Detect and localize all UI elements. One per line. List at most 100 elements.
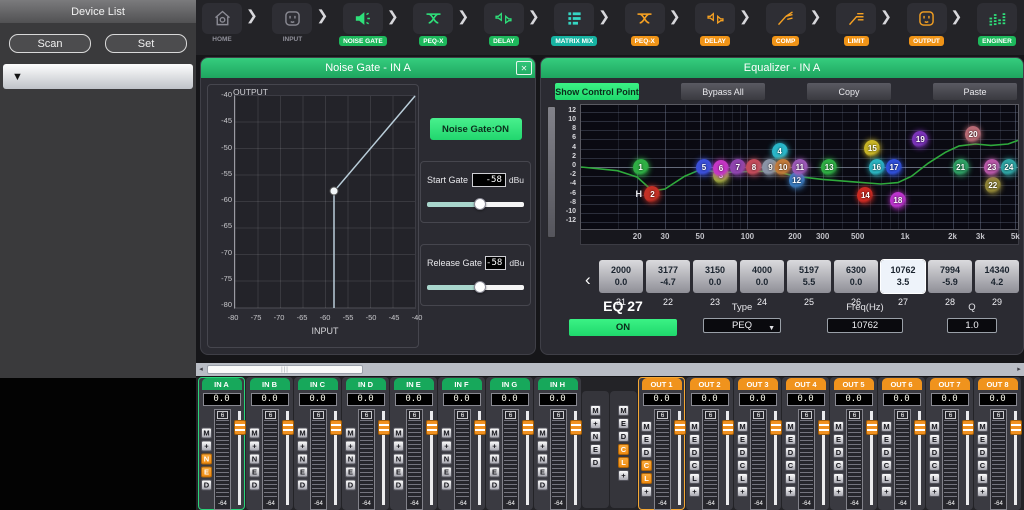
channel-button[interactable]: D — [833, 447, 844, 458]
fader[interactable] — [722, 411, 734, 509]
channel-button[interactable]: L — [785, 473, 796, 484]
channel-button[interactable]: N — [489, 454, 500, 465]
noise-gate-on-button[interactable]: Noise Gate:ON — [430, 118, 522, 140]
channel-button[interactable]: N — [201, 454, 212, 465]
start-gate-slider[interactable] — [427, 202, 524, 207]
toolbar-item[interactable]: OUTPUT — [904, 3, 950, 46]
eq-control-point[interactable]: 24 — [1001, 159, 1017, 176]
channel-button[interactable]: C — [689, 460, 700, 471]
channel-button[interactable]: + — [489, 441, 500, 452]
channel-strip[interactable]: OUT 2 0.0 MEDCL+ 6 -64 — [686, 377, 733, 510]
eq-control-point[interactable]: 16 — [869, 159, 885, 176]
channel-button[interactable]: + — [297, 441, 308, 452]
fader[interactable] — [474, 411, 486, 509]
channel-button[interactable]: + — [881, 486, 892, 497]
channel-button[interactable]: E — [345, 467, 356, 478]
channel-button[interactable]: C — [641, 460, 652, 471]
channel-button[interactable]: C — [618, 444, 629, 455]
channel-button[interactable]: M — [297, 428, 308, 439]
channel-button[interactable]: E — [833, 434, 844, 445]
fader-handle[interactable] — [866, 420, 878, 435]
channel-button[interactable]: L — [833, 473, 844, 484]
channel-gain-value[interactable]: 0.0 — [347, 393, 385, 406]
toolbar-item[interactable]: INPUT — [269, 3, 315, 43]
fader-handle[interactable] — [282, 420, 294, 435]
fader-handle[interactable] — [426, 420, 438, 435]
eq-control-point[interactable]: 21 — [953, 159, 969, 176]
release-gate-slider-thumb[interactable] — [474, 281, 486, 293]
fader[interactable] — [770, 411, 782, 509]
eq-control-point[interactable]: 22 — [985, 177, 1001, 194]
eq-control-point[interactable]: 7 — [730, 159, 746, 176]
channel-button[interactable]: D — [297, 480, 308, 491]
channel-button[interactable]: + — [929, 486, 940, 497]
channel-button[interactable]: D — [537, 480, 548, 491]
eq-control-point[interactable]: 13 — [821, 159, 837, 176]
channel-button[interactable]: M — [618, 405, 629, 416]
channel-button[interactable]: N — [249, 454, 260, 465]
fader-handle[interactable] — [522, 420, 534, 435]
channel-button[interactable]: + — [977, 486, 988, 497]
channel-button[interactable]: E — [785, 434, 796, 445]
channel-strip[interactable]: MEDCL+ 6 -64 — [610, 391, 637, 508]
channel-button[interactable]: E — [249, 467, 260, 478]
toolbar-item[interactable]: DELAY — [692, 3, 738, 46]
fader-handle[interactable] — [378, 420, 390, 435]
channel-button[interactable]: L — [618, 457, 629, 468]
eq-on-button[interactable]: ON — [569, 319, 677, 336]
channel-button[interactable]: E — [881, 434, 892, 445]
channel-strip[interactable]: OUT 4 0.0 MEDCL+ 6 -64 — [782, 377, 829, 510]
channel-strip[interactable]: OUT 7 0.0 MEDCL+ 6 -64 — [926, 377, 973, 510]
channel-button[interactable]: D — [929, 447, 940, 458]
channel-gain-value[interactable]: 0.0 — [491, 393, 529, 406]
fader-handle[interactable] — [234, 420, 246, 435]
channel-button[interactable]: D — [441, 480, 452, 491]
paste-button[interactable]: Paste — [933, 83, 1017, 100]
channel-button[interactable]: C — [881, 460, 892, 471]
toolbar-item[interactable]: MATRIX MIX — [551, 3, 597, 46]
channel-button[interactable]: D — [345, 480, 356, 491]
bands-prev-icon[interactable]: ‹ — [585, 270, 591, 290]
channel-button[interactable]: M — [641, 421, 652, 432]
channel-button[interactable]: E — [489, 467, 500, 478]
channel-gain-value[interactable]: 0.0 — [203, 393, 241, 406]
channel-button[interactable]: E — [297, 467, 308, 478]
eq-graph-left-rail[interactable] — [547, 106, 556, 238]
channel-button[interactable]: C — [977, 460, 988, 471]
copy-button[interactable]: Copy — [807, 83, 891, 100]
fader[interactable] — [1010, 411, 1022, 509]
channel-button[interactable]: M — [590, 405, 601, 416]
bypass-all-button[interactable]: Bypass All — [681, 83, 765, 100]
channel-button[interactable]: D — [201, 480, 212, 491]
channel-button[interactable]: + — [345, 441, 356, 452]
channel-button[interactable]: M — [249, 428, 260, 439]
channel-button[interactable]: E — [537, 467, 548, 478]
channel-button[interactable]: M — [929, 421, 940, 432]
channel-gain-value[interactable]: 0.0 — [395, 393, 433, 406]
channel-button[interactable]: N — [297, 454, 308, 465]
fader[interactable] — [570, 411, 582, 509]
channel-strip[interactable]: M+NED 6 -64 — [582, 391, 609, 508]
noise-gate-graph[interactable]: OUTPUT -40-45-50-55-60-65-70-75-80 -80-7… — [207, 84, 419, 348]
channel-button[interactable]: + — [833, 486, 844, 497]
channel-button[interactable]: N — [393, 454, 404, 465]
channel-button[interactable]: E — [977, 434, 988, 445]
scroll-right-icon[interactable]: ▸ — [1014, 363, 1024, 376]
channel-strip[interactable]: IN F 0.0 M+NED 6 -64 — [438, 377, 485, 510]
channel-button[interactable]: + — [537, 441, 548, 452]
show-control-point-button[interactable]: Show Control Point — [555, 83, 639, 100]
threshold-handle[interactable] — [330, 187, 339, 196]
channel-button[interactable]: C — [737, 460, 748, 471]
start-gate-value[interactable]: -58 — [472, 173, 506, 187]
fader-handle[interactable] — [570, 420, 582, 435]
channel-strip[interactable]: OUT 8 0.0 MEDCL+ 6 -64 — [974, 377, 1021, 510]
toolbar-item[interactable]: COMP — [763, 3, 809, 46]
scroll-left-icon[interactable]: ◂ — [196, 363, 206, 376]
channel-button[interactable]: D — [641, 447, 652, 458]
eq-control-point[interactable]: 17 — [886, 159, 902, 176]
channel-button[interactable]: E — [590, 444, 601, 455]
channel-button[interactable]: D — [618, 431, 629, 442]
channel-gain-value[interactable]: 0.0 — [691, 393, 729, 406]
channel-button[interactable]: M — [785, 421, 796, 432]
close-icon[interactable]: ✕ — [516, 61, 532, 75]
